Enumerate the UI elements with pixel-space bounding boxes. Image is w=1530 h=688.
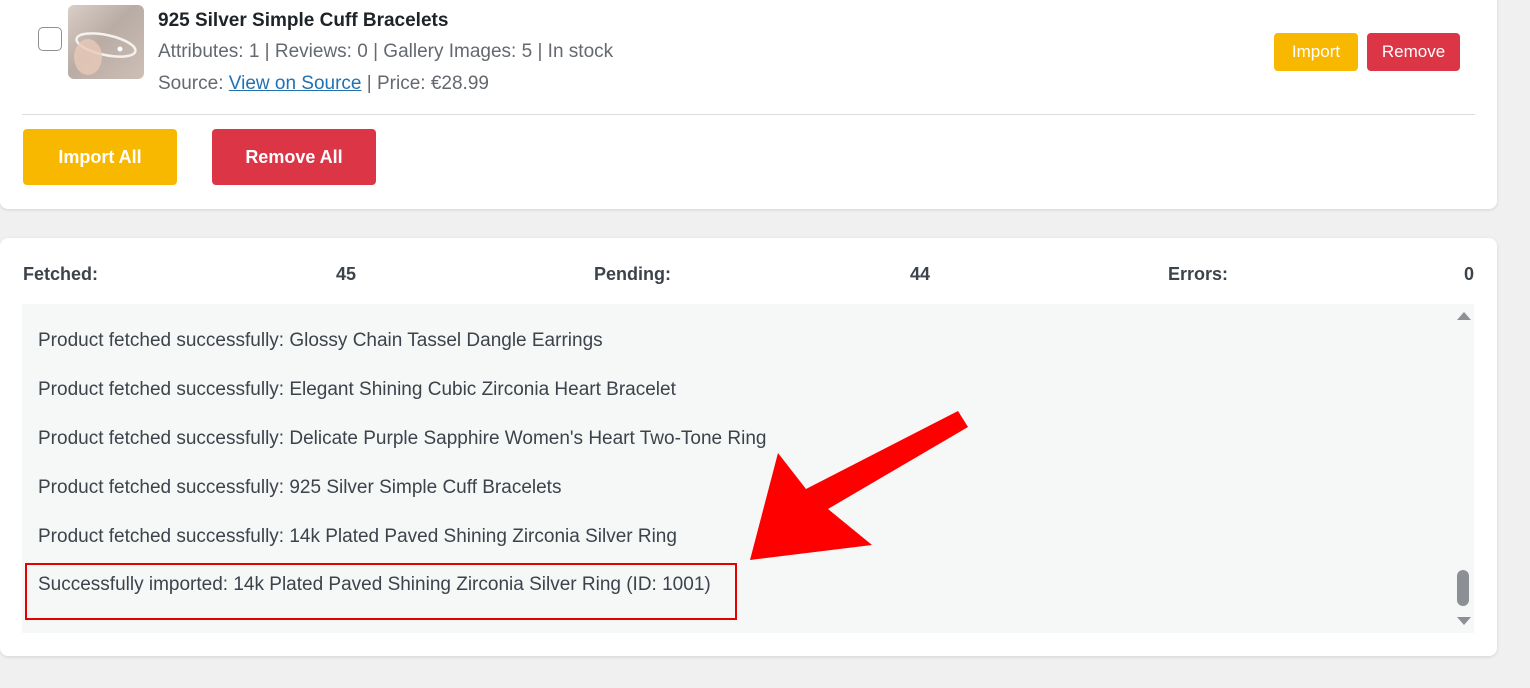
- scroll-up-icon[interactable]: [1457, 312, 1471, 320]
- product-source: Source: View on Source | Price: €28.99: [158, 73, 489, 95]
- scroll-down-icon[interactable]: [1457, 617, 1471, 625]
- log-line: Product fetched successfully: 14k Plated…: [38, 526, 677, 547]
- product-title: 925 Silver Simple Cuff Bracelets: [158, 10, 449, 31]
- scrollbar-thumb[interactable]: [1457, 570, 1469, 606]
- product-select-checkbox[interactable]: [38, 27, 62, 51]
- log-line: Product fetched successfully: Elegant Sh…: [38, 379, 676, 400]
- fetched-count: 45: [336, 264, 357, 284]
- remove-button[interactable]: Remove: [1367, 33, 1460, 71]
- log-output[interactable]: Product fetched successfully: Glossy Cha…: [22, 304, 1474, 633]
- source-prefix: Source:: [158, 73, 229, 94]
- remove-all-button[interactable]: Remove All: [212, 129, 376, 185]
- log-line: Product fetched successfully: Delicate P…: [38, 428, 767, 449]
- price-text: | Price: €28.99: [361, 73, 489, 94]
- stats-bar: Fetched: 45 Pending: 44 Errors: 0: [0, 238, 1497, 308]
- divider: [22, 114, 1475, 115]
- pending-label: Pending:: [594, 264, 671, 284]
- product-meta: Attributes: 1 | Reviews: 0 | Gallery Ima…: [158, 41, 614, 62]
- products-panel: 925 Silver Simple Cuff Bracelets Attribu…: [0, 0, 1497, 209]
- errors-label: Errors:: [1168, 264, 1229, 284]
- log-line-imported: Successfully imported: 14k Plated Paved …: [38, 574, 711, 595]
- errors-count: 0: [1464, 264, 1475, 284]
- product-row: 925 Silver Simple Cuff Bracelets Attribu…: [0, 0, 1497, 104]
- import-all-button[interactable]: Import All: [23, 129, 177, 185]
- fetched-label: Fetched:: [23, 264, 99, 284]
- product-thumbnail: [68, 5, 144, 79]
- import-button[interactable]: Import: [1274, 33, 1358, 71]
- log-line: Product fetched successfully: Glossy Cha…: [38, 330, 603, 351]
- log-scrollbar[interactable]: [1452, 304, 1474, 633]
- bracelet-image-icon: [74, 32, 137, 75]
- import-log-panel: Fetched: 45 Pending: 44 Errors: 0 Produc…: [0, 238, 1497, 656]
- log-line: Product fetched successfully: 925 Silver…: [38, 477, 562, 498]
- pending-count: 44: [910, 264, 931, 284]
- view-on-source-link[interactable]: View on Source: [229, 73, 362, 94]
